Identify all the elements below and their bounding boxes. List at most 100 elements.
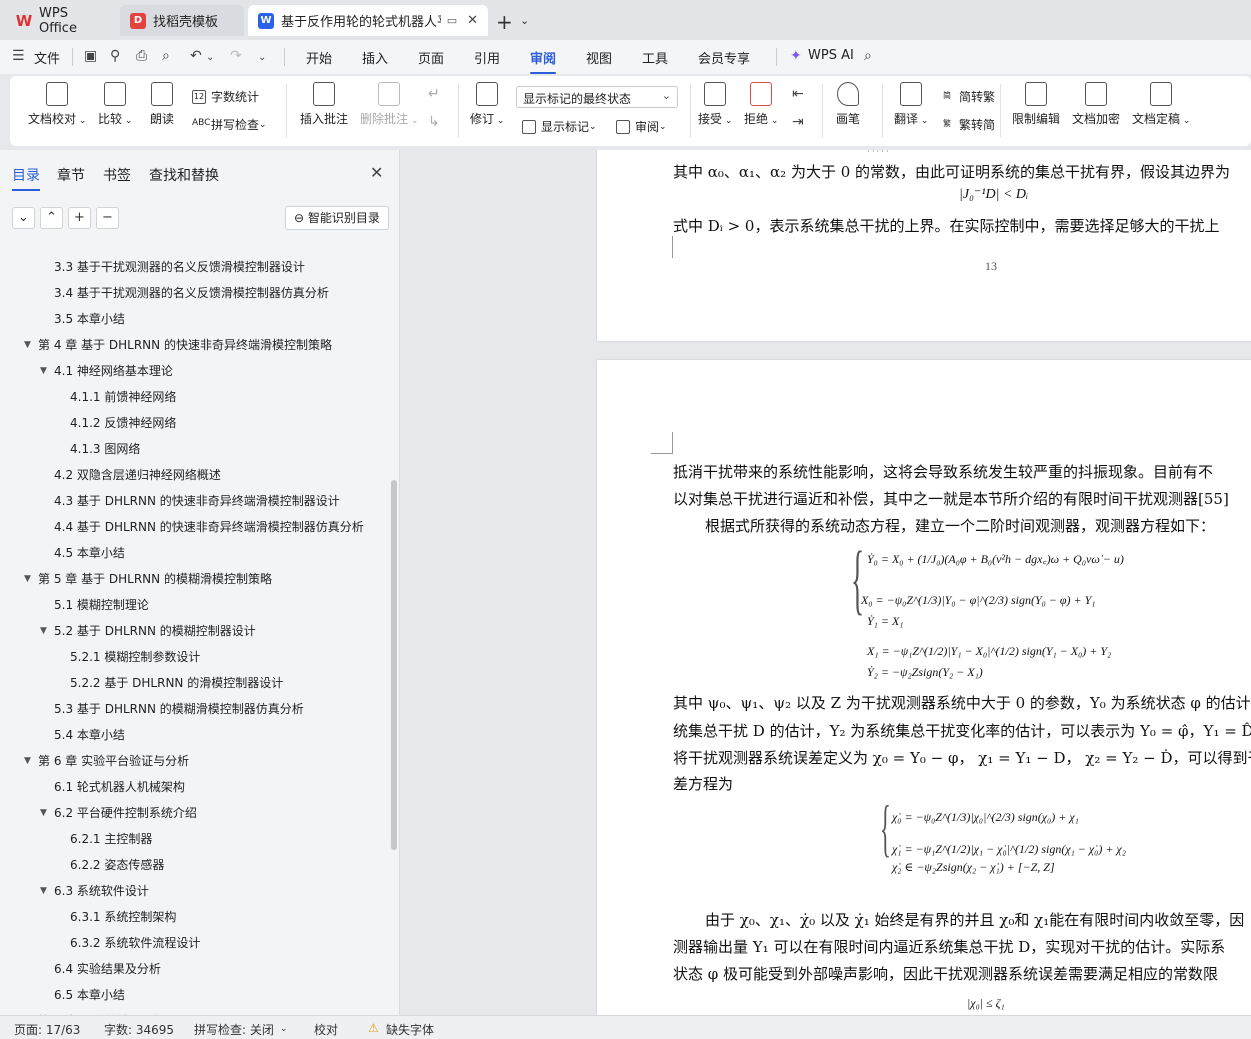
next-change-icon[interactable]: ⇥ bbox=[792, 114, 804, 130]
word-count-button[interactable]: 12 字数统计 bbox=[192, 88, 259, 105]
doc-check-button[interactable]: 文档校对 ⌄ bbox=[28, 82, 86, 127]
menu-references[interactable]: 引用 bbox=[474, 48, 500, 67]
collapse-triangle-icon[interactable]: ▼ bbox=[40, 808, 54, 818]
translate-button[interactable]: 翻译 ⌄ bbox=[894, 82, 928, 127]
doc-encrypt-button[interactable]: 文档加密 bbox=[1072, 82, 1120, 127]
toc-item[interactable]: 6.4 实验结果及分析 bbox=[40, 960, 161, 977]
to-traditional-button[interactable]: 简 简转繁 bbox=[940, 88, 995, 105]
toc-item[interactable]: 3.5 本章小结 bbox=[40, 310, 125, 327]
toc-item[interactable]: 6.3.2 系统软件流程设计 bbox=[56, 934, 200, 951]
menu-member[interactable]: 会员专享 bbox=[698, 48, 750, 67]
menu-tools[interactable]: 工具 bbox=[642, 48, 668, 67]
accept-button[interactable]: 接受 ⌄ bbox=[698, 82, 732, 127]
toc-item[interactable]: 5.3 基于 DHLRNN 的模糊滑模控制器仿真分析 bbox=[40, 700, 304, 717]
add-heading-icon[interactable]: + bbox=[68, 207, 91, 229]
toc-item[interactable]: 6.3.1 系统控制架构 bbox=[56, 908, 176, 925]
insert-comment-button[interactable]: 插入批注 bbox=[300, 82, 348, 127]
wps-ai-icon[interactable]: ✦ bbox=[790, 48, 802, 64]
save-icon[interactable]: ▣ bbox=[84, 48, 97, 64]
toc-item[interactable]: 6.1 轮式机器人机械架构 bbox=[40, 778, 185, 795]
toc-item[interactable]: ▼ 6.3 系统软件设计 bbox=[40, 882, 149, 899]
collapse-triangle-icon[interactable]: ▼ bbox=[40, 366, 54, 376]
print-preview-icon[interactable]: ⌕ bbox=[162, 48, 170, 64]
collapse-up-icon[interactable]: ⌃ bbox=[40, 207, 63, 229]
review-pane-button[interactable]: 审阅 ⌄ bbox=[616, 118, 667, 135]
revise-button[interactable]: 修订 ⌄ bbox=[470, 82, 504, 127]
read-aloud-button[interactable]: 朗读 bbox=[150, 82, 174, 127]
undo-icon[interactable]: ↶ bbox=[190, 48, 202, 64]
close-icon[interactable]: ✕ bbox=[370, 163, 383, 182]
new-tab-button[interactable]: + bbox=[496, 10, 513, 34]
smart-toc-button[interactable]: ⊖ 智能识别目录 bbox=[285, 206, 389, 230]
previous-comment-icon[interactable]: ↵ bbox=[428, 86, 440, 102]
show-markup-button[interactable]: 显示标记 ⌄ bbox=[522, 118, 597, 135]
redo-icon[interactable]: ↷ bbox=[230, 48, 242, 64]
toc-item[interactable]: 4.1.3 图网络 bbox=[56, 440, 140, 457]
close-icon[interactable]: ✕ bbox=[467, 13, 478, 28]
next-comment-icon[interactable]: ↳ bbox=[428, 114, 440, 130]
toc-item[interactable]: 6.2.1 主控制器 bbox=[56, 830, 152, 847]
reject-button[interactable]: 拒绝 ⌄ bbox=[744, 82, 778, 127]
toc-item[interactable]: 4.5 本章小结 bbox=[40, 544, 125, 561]
toc-item[interactable]: 4.1.1 前馈神经网络 bbox=[56, 388, 176, 405]
document-canvas[interactable]: | | | | | 其中 α₀、α₁、α₂ 为大于 0 的常数，由此可证明系统的… bbox=[401, 150, 1251, 1015]
proofread-status[interactable]: 校对 bbox=[314, 1021, 338, 1038]
menu-home[interactable]: 开始 bbox=[306, 48, 332, 67]
menu-wps-ai[interactable]: WPS AI bbox=[808, 48, 854, 63]
collapse-triangle-icon[interactable]: ▼ bbox=[24, 756, 38, 766]
to-simplified-button[interactable]: 繁 繁转简 bbox=[940, 116, 995, 133]
toc-item[interactable]: 4.3 基于 DHLRNN 的快速非奇异终端滑模控制器设计 bbox=[40, 492, 340, 509]
toc-item[interactable]: ▼ 第 5 章 基于 DHLRNN 的模糊滑模控制策略 bbox=[24, 570, 272, 587]
monitor-icon[interactable]: ▭ bbox=[447, 14, 457, 27]
toc-item[interactable]: 5.4 本章小结 bbox=[40, 726, 125, 743]
toc-scrollbar[interactable] bbox=[391, 480, 397, 850]
undo-dropdown-icon[interactable]: ⌄ bbox=[206, 52, 214, 63]
collapse-triangle-icon[interactable]: ▼ bbox=[40, 886, 54, 896]
spell-check-button[interactable]: ABC 拼写检查 ⌄ bbox=[192, 116, 267, 133]
toc-item[interactable]: 4.4 基于 DHLRNN 的快速非奇异终端滑模控制器仿真分析 bbox=[40, 518, 364, 535]
tab-toc[interactable]: 目录 bbox=[12, 165, 40, 191]
menu-file[interactable]: 文件 bbox=[34, 48, 60, 67]
toc-item[interactable]: 5.2.2 基于 DHLRNN 的滑模控制器设计 bbox=[56, 674, 283, 691]
tab-find-replace[interactable]: 查找和替换 bbox=[149, 165, 219, 185]
menu-review[interactable]: 审阅 bbox=[530, 48, 557, 74]
tab-document[interactable]: W 基于反作用轮的轮式机器人平衡 ▭ ✕ bbox=[248, 5, 488, 36]
toc-item[interactable]: 4.1.2 反馈神经网络 bbox=[56, 414, 176, 431]
markup-state-select[interactable]: 显示标记的最终状态 ⌄ bbox=[516, 86, 678, 108]
previous-change-icon[interactable]: ⇤ bbox=[792, 86, 804, 102]
chevron-down-icon[interactable]: ⌄ bbox=[520, 14, 529, 27]
pen-button[interactable]: 画笔 bbox=[836, 82, 860, 127]
compare-button[interactable]: 比较 ⌄ bbox=[98, 82, 132, 127]
missing-font-status[interactable]: 缺失字体 bbox=[386, 1021, 434, 1038]
tab-sections[interactable]: 章节 bbox=[57, 165, 85, 185]
toc-item[interactable]: 5.1 模糊控制理论 bbox=[40, 596, 149, 613]
toc-item[interactable]: 6.5 本章小结 bbox=[40, 986, 125, 1003]
doc-finalize-button[interactable]: 文档定稿 ⌄ bbox=[1132, 82, 1190, 127]
chevron-down-icon[interactable]: ⌄ bbox=[280, 1024, 288, 1034]
expand-down-icon[interactable]: ⌄ bbox=[12, 207, 35, 229]
toc-item[interactable]: 4.2 双隐含层递归神经网络概述 bbox=[40, 466, 221, 483]
remove-heading-icon[interactable]: − bbox=[96, 207, 119, 229]
page-indicator[interactable]: 页面: 17/63 bbox=[14, 1021, 80, 1038]
menu-view[interactable]: 视图 bbox=[586, 48, 612, 67]
toc-item[interactable]: 3.4 基于干扰观测器的名义反馈滑模控制器仿真分析 bbox=[40, 284, 329, 301]
toc-item[interactable]: ▼ 第 6 章 实验平台验证与分析 bbox=[24, 752, 189, 769]
toc-item[interactable]: 3.3 基于干扰观测器的名义反馈滑模控制器设计 bbox=[40, 258, 305, 275]
spell-check-status[interactable]: 拼写检查: 关闭 bbox=[194, 1021, 274, 1038]
tab-template[interactable]: D 找稻壳模板 bbox=[120, 5, 244, 36]
menu-insert[interactable]: 插入 bbox=[362, 48, 388, 67]
tab-bookmarks[interactable]: 书签 bbox=[103, 165, 131, 185]
collapse-triangle-icon[interactable]: ▼ bbox=[24, 340, 38, 350]
link-icon[interactable]: ⚲ bbox=[110, 48, 120, 64]
delete-comment-button[interactable]: 删除批注 ⌄ bbox=[360, 82, 418, 127]
tab-wps-office[interactable]: W WPS Office bbox=[6, 5, 116, 36]
toc-item[interactable]: ▼ 第 4 章 基于 DHLRNN 的快速非奇异终端滑模控制策略 bbox=[24, 336, 332, 353]
toc-item[interactable]: ▼ 4.1 神经网络基本理论 bbox=[40, 362, 173, 379]
word-count-status[interactable]: 字数: 34695 bbox=[104, 1021, 174, 1038]
search-icon[interactable]: ⌕ bbox=[864, 48, 872, 64]
toc-item[interactable]: 6.2.2 姿态传感器 bbox=[56, 856, 164, 873]
restrict-edit-button[interactable]: 限制编辑 bbox=[1012, 82, 1060, 127]
menu-page[interactable]: 页面 bbox=[418, 48, 444, 67]
more-chevron-icon[interactable]: ⌄ bbox=[258, 52, 266, 63]
collapse-triangle-icon[interactable]: ▼ bbox=[40, 626, 54, 636]
